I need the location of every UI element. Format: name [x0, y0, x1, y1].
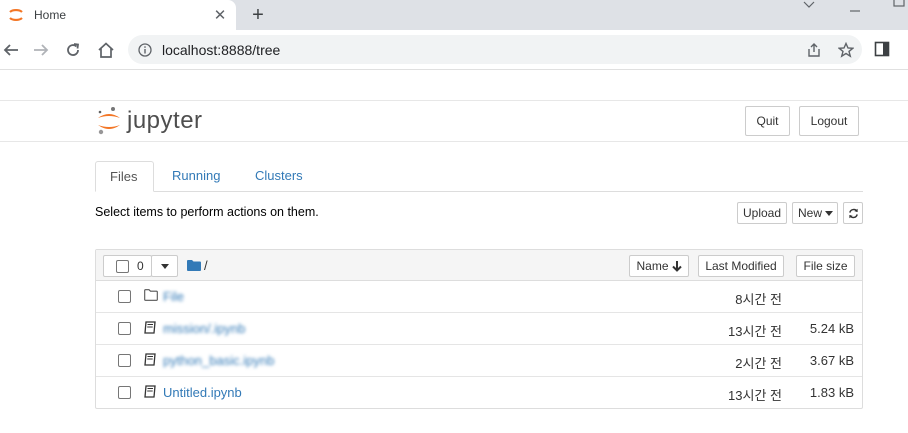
file-row[interactable]: python_basic.ipynb 2시간 전 3.67 kB: [96, 345, 862, 377]
back-arrow-icon[interactable]: [0, 39, 22, 61]
row-checkbox[interactable]: [118, 386, 131, 399]
logout-button[interactable]: Logout: [799, 106, 859, 136]
arrow-down-icon: [671, 260, 682, 272]
new-tab-plus-icon[interactable]: +: [246, 3, 270, 27]
close-icon[interactable]: ✕: [208, 6, 232, 24]
browser-tab-home[interactable]: Home ✕: [0, 0, 236, 30]
tab-files[interactable]: Files: [95, 161, 154, 192]
file-last-modified: 13시간 전: [728, 324, 782, 339]
home-icon[interactable]: [95, 39, 117, 61]
file-size: 5.24 kB: [809, 321, 854, 336]
notebook-icon: [144, 353, 156, 366]
notebook-icon: [144, 385, 156, 398]
row-checkbox[interactable]: [118, 322, 131, 335]
file-row[interactable]: mission/.ipynb 13시간 전 5.24 kB: [96, 313, 862, 345]
file-name-link[interactable]: python_basic.ipynb: [163, 353, 274, 368]
maximize-icon[interactable]: [893, 0, 905, 7]
tab-running[interactable]: Running: [158, 161, 234, 192]
chevron-down-icon[interactable]: [803, 0, 815, 8]
new-dropdown-button[interactable]: New: [792, 202, 838, 224]
jupyter-brand-text: jupyter: [127, 107, 203, 134]
folder-icon[interactable]: [187, 260, 201, 271]
file-row[interactable]: Untitled.ipynb 13시간 전 1.83 kB: [96, 377, 862, 409]
row-checkbox[interactable]: [118, 290, 131, 303]
sort-by-file-size-button[interactable]: File size: [796, 255, 855, 277]
file-size: 1.83 kB: [809, 385, 854, 400]
browser-toolbar: localhost:8888/tree: [0, 30, 908, 70]
forward-arrow-icon[interactable]: [30, 39, 52, 61]
upload-button[interactable]: Upload: [737, 202, 787, 224]
file-size: 3.67 kB: [809, 353, 854, 368]
folder-outline-icon: [144, 289, 158, 301]
file-last-modified: 2시간 전: [735, 356, 782, 371]
caret-down-icon: [160, 263, 169, 269]
sort-name-label: Name: [636, 259, 669, 273]
selection-hint: Select items to perform actions on them.: [95, 205, 319, 219]
current-path[interactable]: /: [204, 258, 208, 273]
new-button-label: New: [798, 206, 823, 220]
jupyter-header: jupyter Quit Logout: [0, 100, 908, 142]
reload-icon[interactable]: [62, 39, 84, 61]
select-dropdown-button[interactable]: [151, 255, 178, 277]
browser-tab-strip: Home ✕ +: [0, 0, 908, 30]
address-bar[interactable]: localhost:8888/tree: [128, 35, 862, 64]
bookmark-star-icon[interactable]: [830, 41, 862, 58]
side-panel-icon[interactable]: [874, 41, 890, 60]
caret-down-icon: [825, 210, 834, 216]
sort-by-name-button[interactable]: Name: [629, 255, 689, 277]
dashboard-tabs: Files Running Clusters: [95, 161, 863, 192]
file-row[interactable]: File 8시간 전: [96, 281, 862, 313]
file-name-link[interactable]: Untitled.ipynb: [163, 385, 242, 400]
file-name-link[interactable]: mission/.ipynb: [163, 321, 245, 336]
tab-clusters[interactable]: Clusters: [241, 161, 317, 192]
info-icon[interactable]: [138, 42, 152, 57]
sort-by-last-modified-button[interactable]: Last Modified: [698, 255, 784, 277]
notebook-icon: [144, 321, 156, 334]
jupyter-favicon-icon: [9, 9, 23, 21]
file-name-link[interactable]: File: [163, 289, 184, 304]
row-checkbox[interactable]: [118, 354, 131, 367]
select-all-control[interactable]: 0: [103, 255, 152, 277]
refresh-icon: [848, 208, 858, 218]
minimize-icon[interactable]: [849, 3, 861, 13]
browser-tab-title: Home: [34, 8, 67, 22]
share-icon[interactable]: [798, 42, 830, 58]
select-all-checkbox[interactable]: [116, 259, 129, 273]
selected-count: 0: [137, 259, 144, 273]
file-list: 0 / Name Last Modified File size File 8시…: [95, 249, 863, 409]
jupyter-logo-icon: [98, 107, 120, 135]
file-last-modified: 8시간 전: [735, 292, 782, 307]
refresh-button[interactable]: [843, 202, 863, 224]
file-list-header: 0 / Name Last Modified File size: [96, 250, 862, 281]
quit-button[interactable]: Quit: [745, 106, 790, 136]
jupyter-logo[interactable]: jupyter: [97, 106, 203, 136]
file-last-modified: 13시간 전: [728, 388, 782, 403]
url-text: localhost:8888/tree: [162, 41, 281, 58]
